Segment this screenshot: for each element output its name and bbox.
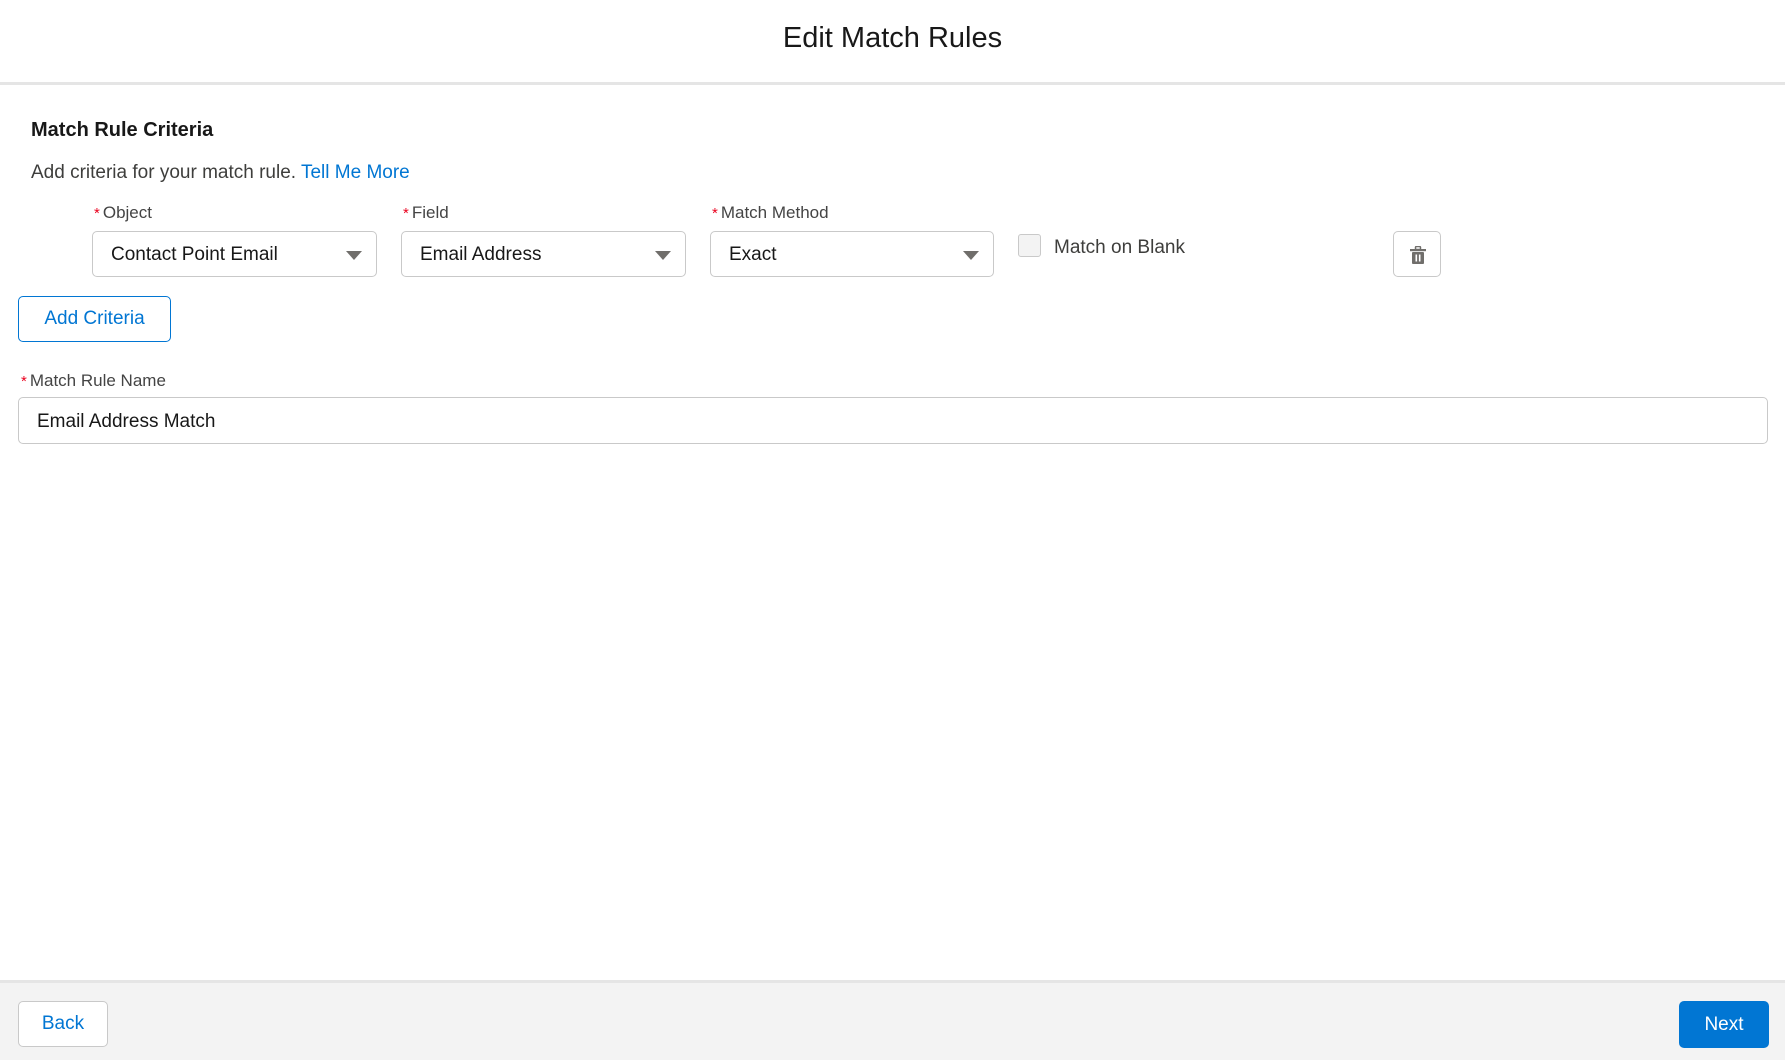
- match-on-blank-label: Match on Blank: [1054, 237, 1185, 258]
- object-value: Contact Point Email: [111, 244, 278, 265]
- match-method-label-text: Match Method: [720, 203, 829, 222]
- match-method-label: * Match Method: [712, 203, 829, 223]
- next-button[interactable]: Next: [1679, 1001, 1769, 1048]
- field-label-text: Field: [411, 203, 449, 222]
- field-select[interactable]: Email Address: [401, 231, 686, 277]
- field-value: Email Address: [420, 244, 542, 265]
- match-on-blank-checkbox[interactable]: [1018, 234, 1041, 257]
- trash-icon: [1410, 246, 1426, 264]
- tell-me-more-link[interactable]: Tell Me More: [301, 162, 410, 183]
- section-description: Add criteria for your match rule. Tell M…: [31, 162, 410, 184]
- required-mark: *: [403, 205, 409, 222]
- object-label: * Object: [94, 203, 152, 223]
- match-method-value: Exact: [729, 244, 777, 265]
- section-title: Match Rule Criteria: [31, 119, 214, 141]
- required-mark: *: [712, 205, 718, 222]
- add-criteria-button[interactable]: Add Criteria: [18, 296, 171, 342]
- match-rule-name-label-text: Match Rule Name: [29, 371, 166, 390]
- chevron-down-icon: [346, 251, 362, 260]
- match-rule-name-value: Email Address Match: [37, 411, 216, 432]
- page-title: Edit Match Rules: [782, 22, 1003, 54]
- back-button[interactable]: Back: [18, 1001, 108, 1047]
- object-select[interactable]: Contact Point Email: [92, 231, 377, 277]
- match-rule-name-label: * Match Rule Name: [21, 371, 166, 391]
- modal-footer: [0, 980, 1785, 1060]
- match-method-select[interactable]: Exact: [710, 231, 994, 277]
- required-mark: *: [21, 373, 27, 390]
- modal-header: Edit Match Rules: [0, 0, 1785, 85]
- match-rule-name-input[interactable]: Email Address Match: [18, 397, 1768, 444]
- chevron-down-icon: [655, 251, 671, 260]
- object-label-text: Object: [102, 203, 152, 222]
- required-mark: *: [94, 205, 100, 222]
- description-text: Add criteria for your match rule.: [31, 162, 297, 183]
- chevron-down-icon: [963, 251, 979, 260]
- field-label: * Field: [403, 203, 449, 223]
- delete-criteria-button[interactable]: [1393, 231, 1441, 277]
